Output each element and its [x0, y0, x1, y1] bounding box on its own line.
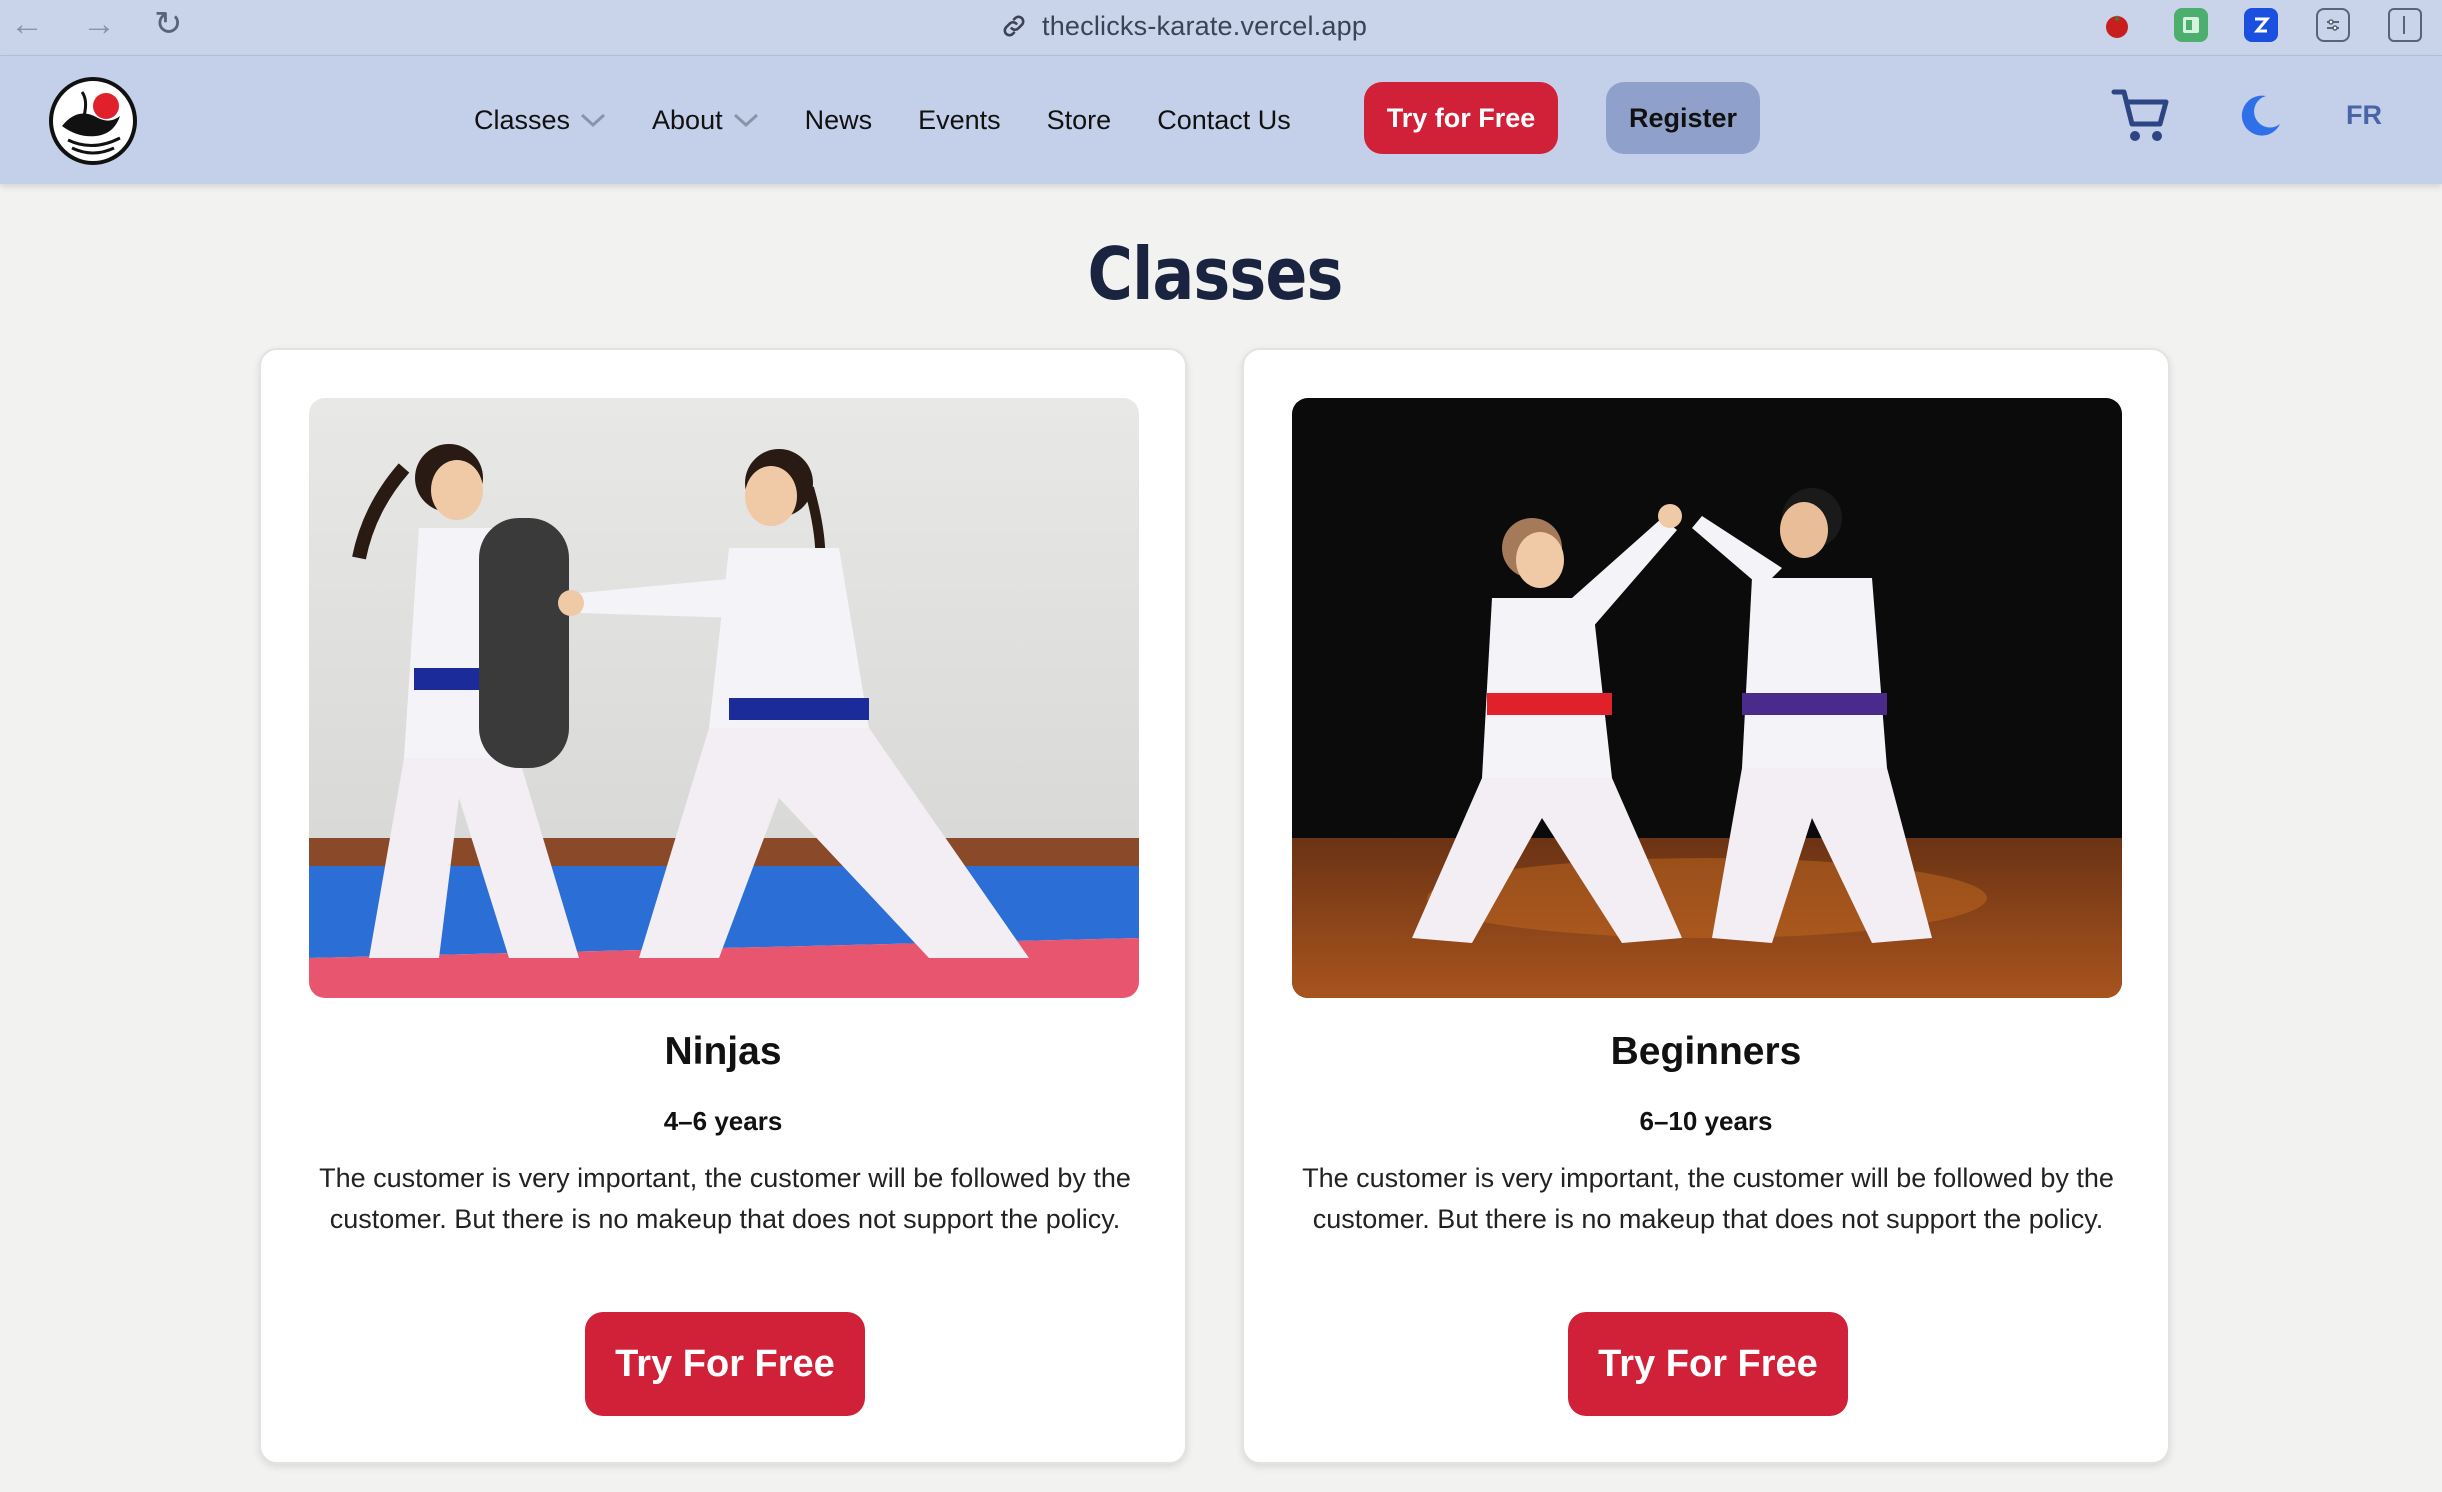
register-button[interactable]: Register: [1606, 82, 1760, 154]
class-age-range: 6–10 years: [1639, 1106, 1773, 1136]
class-card: Beginners 6–10 years The customer is ver…: [1242, 348, 2170, 1464]
nav-classes[interactable]: Classes: [474, 105, 606, 136]
nav-about[interactable]: About: [652, 105, 759, 136]
chevron-down-icon: [581, 113, 606, 128]
main-nav: Classes About News Events Store Contact …: [474, 56, 1337, 184]
language-switch[interactable]: FR: [2346, 100, 2382, 131]
page-title: Classes: [1087, 232, 1343, 316]
link-icon: [1003, 15, 1025, 37]
extensions-icon[interactable]: [2316, 8, 2350, 42]
site-header: Classes About News Events Store Contact …: [0, 56, 2442, 184]
karate-logo[interactable]: [48, 76, 138, 166]
class-description: The customer is very important, the cust…: [319, 1163, 1131, 1234]
nav-events[interactable]: Events: [918, 105, 1001, 136]
nav-classes-label: Classes: [474, 104, 571, 135]
address-bar[interactable]: theclicks-karate.vercel.app: [1000, 6, 1367, 46]
nav-contact-label: Contact Us: [1157, 104, 1291, 135]
class-name: Beginners: [1610, 1030, 1802, 1073]
nav-news-label: News: [804, 104, 873, 135]
class-photo: [309, 398, 1139, 998]
reload-icon[interactable]: ↻: [154, 4, 183, 44]
chevron-down-icon: [733, 113, 758, 128]
tomato-extension-icon[interactable]: [2100, 8, 2134, 42]
nav-store-label: Store: [1046, 104, 1112, 135]
nav-contact-us[interactable]: Contact Us: [1157, 105, 1291, 136]
nav-news[interactable]: News: [805, 105, 873, 136]
nav-store[interactable]: Store: [1047, 105, 1112, 136]
class-description: The customer is very important, the cust…: [1302, 1163, 2114, 1234]
arrow-right-icon[interactable]: →: [82, 4, 116, 44]
notes-extension-icon[interactable]: [2174, 8, 2208, 42]
browser-toolbar: ← → ↻ theclicks-karate.vercel.app: [0, 0, 2442, 56]
class-name: Ninjas: [664, 1030, 782, 1073]
url-text: theclicks-karate.vercel.app: [1042, 10, 1368, 41]
class-age-range: 4–6 years: [663, 1106, 783, 1136]
try-for-free-button[interactable]: Try For Free: [1568, 1312, 1848, 1416]
nav-events-label: Events: [918, 104, 1001, 135]
class-card: Ninjas 4–6 years The customer is very im…: [259, 348, 1187, 1464]
arrow-left-icon[interactable]: ←: [10, 4, 44, 44]
try-for-free-button[interactable]: Try For Free: [585, 1312, 865, 1416]
sidebar-toggle-icon[interactable]: [2388, 8, 2422, 42]
try-for-free-button[interactable]: Try for Free: [1364, 82, 1558, 154]
dark-mode-toggle-icon[interactable]: [2236, 92, 2284, 140]
zed-extension-icon[interactable]: [2244, 8, 2278, 42]
class-photo: [1292, 398, 2122, 998]
shopping-cart-icon[interactable]: [2110, 84, 2172, 146]
nav-about-label: About: [652, 104, 723, 135]
